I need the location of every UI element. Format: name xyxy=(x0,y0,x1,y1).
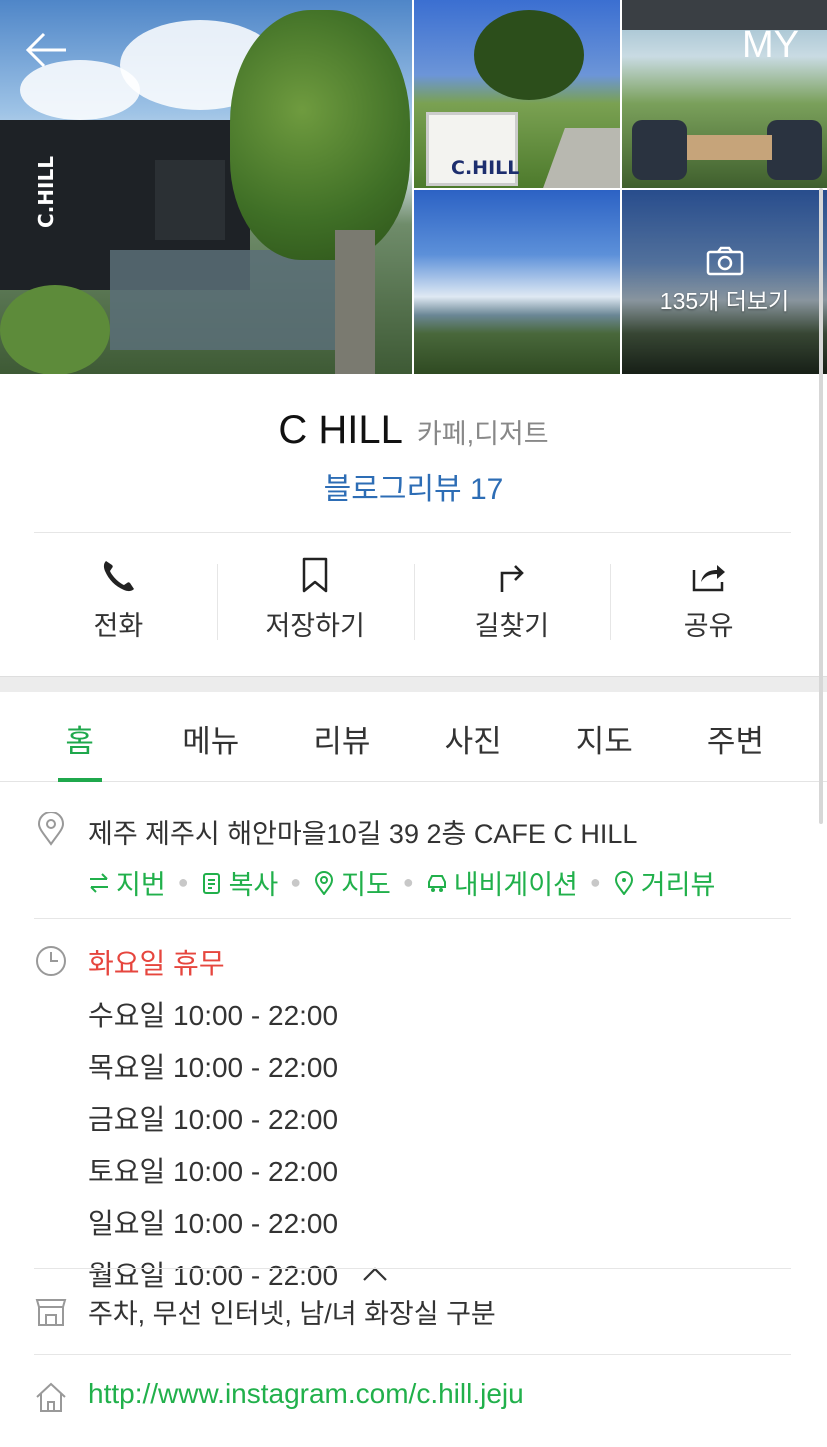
divider xyxy=(34,1354,791,1355)
title-line: C HILL 카페,디저트 xyxy=(0,408,827,452)
photo-building xyxy=(155,160,225,240)
map-link[interactable]: 지도 xyxy=(313,863,391,902)
map-label: 지도 xyxy=(341,870,391,900)
back-button[interactable] xyxy=(22,28,70,72)
photo-building-logo: C.HILL xyxy=(33,156,58,228)
amenities-row: 주차, 무선 인터넷, 남/녀 화장실 구분 xyxy=(34,1292,791,1331)
homepage-link[interactable]: http://www.instagram.com/c.hill.jeju xyxy=(88,1378,524,1409)
address-row: 제주 제주시 해안마을10길 39 2층 CAFE C HILL 지번 ● 복사… xyxy=(34,812,791,902)
directions-button[interactable]: 길찾기 xyxy=(413,556,611,646)
clock-icon xyxy=(36,946,66,976)
photo-chair xyxy=(632,120,687,180)
blog-review-link[interactable]: 블로그리뷰 17 xyxy=(324,464,504,508)
address-text: 제주 제주시 해안마을10길 39 2층 CAFE C HILL xyxy=(88,819,638,849)
bookmark-icon xyxy=(302,557,328,593)
call-button[interactable]: 전화 xyxy=(20,556,217,646)
back-arrow-icon xyxy=(25,32,66,68)
divider xyxy=(34,918,791,919)
photo-tree-trunk xyxy=(335,230,375,374)
save-label: 저장하기 xyxy=(265,611,365,641)
divider xyxy=(34,532,791,533)
street-view-label: 거리뷰 xyxy=(640,870,716,900)
place-title-block: C HILL 카페,디저트 블로그리뷰 17 xyxy=(0,374,827,508)
photo-gallery[interactable]: C.HILL C.HILL MY 135개 더보기 xyxy=(0,0,827,374)
amenities-text: 주차, 무선 인터넷, 남/녀 화장실 구분 xyxy=(88,1299,496,1329)
save-button[interactable]: 저장하기 xyxy=(216,556,414,646)
tab-photos[interactable]: 사진 xyxy=(408,692,539,781)
section-separator xyxy=(0,676,827,692)
action-bar: 전화 저장하기 길찾기 공유 xyxy=(20,556,807,646)
car-icon xyxy=(427,874,446,892)
divider xyxy=(34,1268,791,1269)
hours-line: 수요일 10:00 - 22:00 xyxy=(88,1000,339,1031)
homepage-row: http://www.instagram.com/c.hill.jeju xyxy=(34,1378,791,1412)
thumb-photo-3[interactable] xyxy=(414,190,620,374)
map-pin-icon xyxy=(315,870,334,895)
call-label: 전화 xyxy=(93,611,144,641)
tab-home[interactable]: 홈 xyxy=(14,692,145,781)
street-view-link[interactable]: 거리뷰 xyxy=(613,863,716,902)
photo-path xyxy=(543,128,620,188)
thumb-photo-1[interactable]: C.HILL xyxy=(414,0,620,188)
hours-line-last: 월요일 10:00 - 22:00 xyxy=(88,1254,791,1294)
address-links: 지번 ● 복사 ● 지도 ● 내비게이션 ● 거리뷰 xyxy=(88,863,791,902)
copy-label: 복사 xyxy=(228,870,279,900)
tab-map[interactable]: 지도 xyxy=(539,692,670,781)
separator-dot: ● xyxy=(589,872,601,892)
swap-icon xyxy=(90,872,108,893)
photo-chair xyxy=(767,120,822,180)
photo-table xyxy=(687,135,772,160)
hours-row: 화요일 휴무 수요일 10:00 - 22:00 목요일 10:00 - 22:… xyxy=(34,942,791,1294)
tab-bar: 홈 메뉴 리뷰 사진 지도 주변 xyxy=(0,692,827,782)
more-photos-button[interactable]: 135개 더보기 xyxy=(622,246,827,316)
closed-day: 화요일 휴무 xyxy=(88,948,225,979)
hours-line: 금요일 10:00 - 22:00 xyxy=(88,1104,339,1135)
photo-sign-text: C.HILL xyxy=(451,157,520,179)
copy-link[interactable]: 복사 xyxy=(201,863,279,902)
hours-line-text: 월요일 10:00 - 22:00 xyxy=(88,1260,339,1291)
place-category: 카페,디저트 xyxy=(416,419,549,449)
tab-nearby[interactable]: 주변 xyxy=(670,692,801,781)
photo-bush xyxy=(0,285,110,374)
home-icon xyxy=(36,1382,66,1412)
photo-glass-facade xyxy=(110,250,350,350)
photo-tree xyxy=(230,10,410,260)
camera-icon xyxy=(706,246,743,276)
navigation-label: 내비게이션 xyxy=(453,870,578,900)
directions-label: 길찾기 xyxy=(474,611,550,641)
my-button[interactable]: MY xyxy=(742,24,799,67)
tab-menu[interactable]: 메뉴 xyxy=(145,692,276,781)
separator-dot: ● xyxy=(402,872,414,892)
more-photos-label: 135개 더보기 xyxy=(659,288,790,314)
lot-address-label: 지번 xyxy=(116,870,166,900)
directions-icon xyxy=(500,565,524,592)
share-label: 공유 xyxy=(683,611,734,641)
share-icon xyxy=(692,565,725,592)
place-name: C HILL xyxy=(278,408,403,452)
street-view-pin-icon xyxy=(614,870,633,895)
tab-review[interactable]: 리뷰 xyxy=(276,692,407,781)
chevron-up-icon[interactable] xyxy=(360,1263,390,1285)
location-pin-icon xyxy=(37,812,65,846)
share-button[interactable]: 공유 xyxy=(610,556,807,646)
hours-line: 목요일 10:00 - 22:00 xyxy=(88,1052,339,1083)
photo-sign: C.HILL xyxy=(426,112,520,186)
lot-address-link[interactable]: 지번 xyxy=(88,863,166,902)
separator-dot: ● xyxy=(290,872,302,892)
hours-line: 일요일 10:00 - 22:00 xyxy=(88,1208,339,1239)
photo-tree xyxy=(474,10,584,100)
hours-line: 토요일 10:00 - 22:00 xyxy=(88,1156,339,1187)
navigation-link[interactable]: 내비게이션 xyxy=(426,863,578,902)
store-icon xyxy=(35,1299,67,1326)
scrollbar[interactable] xyxy=(819,188,823,824)
separator-dot: ● xyxy=(177,872,189,892)
phone-icon xyxy=(104,561,135,592)
copy-icon xyxy=(202,872,220,894)
